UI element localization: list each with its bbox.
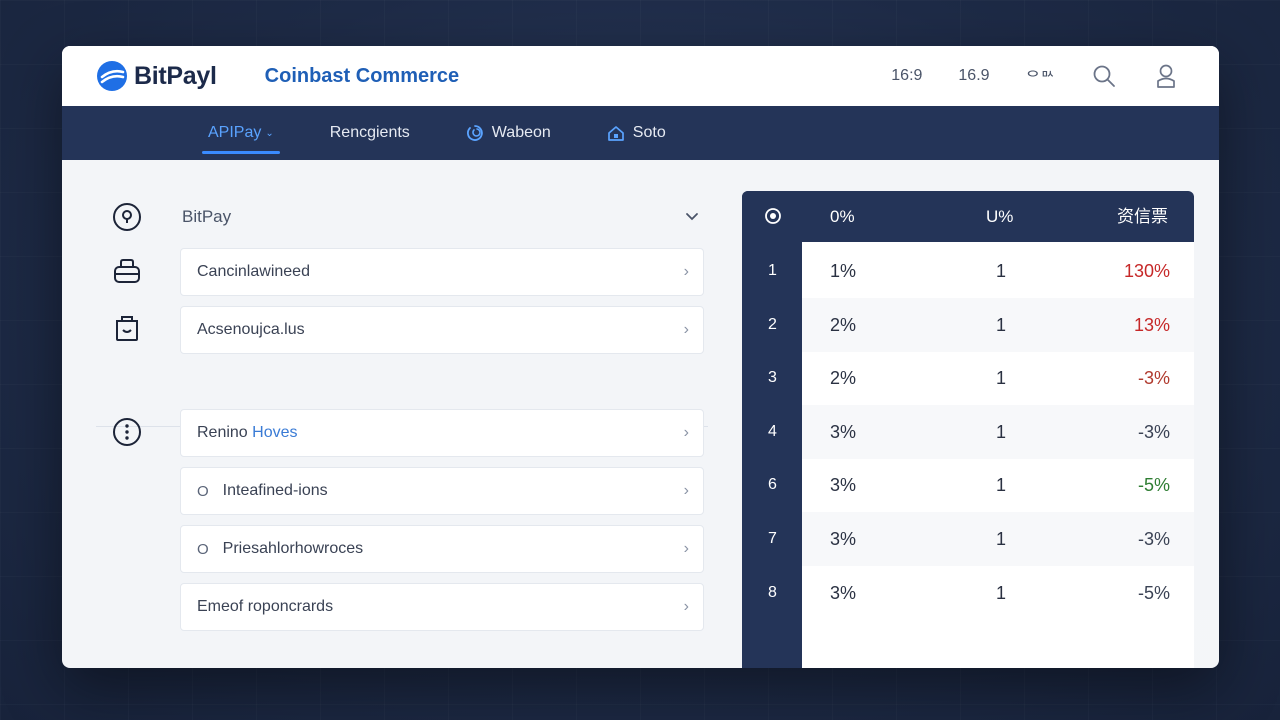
column-header[interactable]: U% xyxy=(986,207,1013,227)
tab-apipay-label: APIPay xyxy=(208,124,262,141)
user-icon[interactable] xyxy=(1153,63,1179,89)
target-icon[interactable] xyxy=(764,207,782,227)
row-number: 3 xyxy=(768,369,777,387)
aspect-ratio-value[interactable]: 16.9 xyxy=(958,67,989,85)
tab-soto[interactable]: Soto xyxy=(601,106,672,160)
chevron-right-icon: › xyxy=(683,321,689,338)
table-cell: 1 xyxy=(996,421,1007,442)
table-cell-change: -3% xyxy=(1137,421,1170,442)
list-item-label: Priesahlorhowroces xyxy=(222,540,364,557)
bitpay-logo-icon xyxy=(97,61,127,91)
location-pin-icon xyxy=(110,200,144,234)
table-cell-change: -3% xyxy=(1137,529,1170,549)
list-item-label: Acsenoujca.lus xyxy=(197,321,305,338)
list-item-renino-hoves[interactable]: Renino Hoves › xyxy=(180,409,704,457)
data-table: 0% U% 资信票 1 1% 1 130% 2 2% 1 13% 3 2% 1 -3% 4 3% 1 -3% 6… xyxy=(742,191,1194,668)
chevron-right-icon: › xyxy=(683,482,689,499)
list-item-label-highlight: Hoves xyxy=(252,424,298,441)
tab-soto-label: Soto xyxy=(632,124,666,141)
circle-icon: O xyxy=(197,482,209,500)
list-item-emeof[interactable]: Emeof roponcrards › xyxy=(180,583,704,631)
table-cell: 1 xyxy=(996,314,1007,335)
app-window: BitPayl Coinbast Commerce 16:9 16.9 ᄋᄆᄉ … xyxy=(62,46,1219,668)
table-cell-change: 13% xyxy=(1133,314,1170,335)
list-item-label: Inteafined-ions xyxy=(222,482,328,499)
chevron-right-icon: › xyxy=(683,263,689,280)
product-name[interactable]: Coinbast Commerce xyxy=(265,65,460,88)
row-number: 6 xyxy=(768,476,777,494)
table-cell: 1 xyxy=(996,582,1007,603)
table-cell: 3% xyxy=(830,582,857,603)
table-cell-change: -3% xyxy=(1137,368,1170,389)
home-icon xyxy=(607,126,624,141)
watermark-fade xyxy=(989,610,1219,668)
row-number: 7 xyxy=(768,530,777,547)
chevron-right-icon: › xyxy=(683,598,689,615)
row-number: 4 xyxy=(768,422,777,440)
list-item-label: Cancinlawineed xyxy=(197,263,310,280)
nav-bar: APIPay ⌄ Rencgients Wabeon Soto xyxy=(62,106,1219,160)
brand[interactable]: BitPayl xyxy=(96,60,217,92)
table-cell: 1 xyxy=(996,475,1007,496)
table-cell: 3% xyxy=(830,421,857,442)
column-header[interactable]: 资信票 xyxy=(1117,207,1168,227)
chevron-down-icon xyxy=(684,208,700,229)
chevron-right-icon: › xyxy=(683,424,689,441)
bag-icon xyxy=(110,311,144,345)
aspect-ratio-label[interactable]: 16:9 xyxy=(891,67,922,85)
table-cell: 1 xyxy=(996,368,1007,389)
table-cell-change: -5% xyxy=(1137,475,1170,496)
wallet-icon xyxy=(110,254,144,288)
table-cell: 3% xyxy=(830,475,857,496)
header-actions: 16:9 16.9 ᄋᄆᄉ xyxy=(891,46,1179,106)
account-select-value: BitPay xyxy=(182,207,232,226)
tab-wabeon[interactable]: Wabeon xyxy=(460,106,557,160)
table-cell: 3% xyxy=(830,529,857,549)
list-item-priesahlor[interactable]: O Priesahlorhowroces › xyxy=(180,525,704,573)
language-label[interactable]: ᄋᄆᄉ xyxy=(1026,64,1055,88)
tab-rencgients-label: Rencgients xyxy=(329,124,410,141)
refresh-icon xyxy=(466,125,483,141)
tab-wabeon-label: Wabeon xyxy=(491,124,551,141)
info-icon xyxy=(110,415,144,449)
row-number: 2 xyxy=(768,315,777,333)
chevron-right-icon: › xyxy=(683,540,689,557)
table-cell-change: 130% xyxy=(1123,261,1170,281)
table-cell: 2% xyxy=(830,314,857,335)
row-number: 1 xyxy=(768,262,777,279)
column-header[interactable]: 0% xyxy=(830,207,855,227)
list-item-label-prefix: Renino xyxy=(197,424,248,441)
brand-name: BitPayl xyxy=(134,61,217,90)
table-cell: 1% xyxy=(830,261,857,281)
tab-rencgients[interactable]: Rencgients xyxy=(324,106,416,160)
chevron-down-icon: ⌄ xyxy=(265,127,274,139)
table-cell: 2% xyxy=(830,368,857,389)
tab-apipay[interactable]: APIPay ⌄ xyxy=(202,106,280,160)
top-bar: BitPayl Coinbast Commerce 16:9 16.9 ᄋᄆᄉ xyxy=(62,46,1219,106)
list-item-cancinlawineed[interactable]: Cancinlawineed › xyxy=(180,248,704,296)
row-number: 8 xyxy=(768,583,777,601)
list-item-label: Emeof roponcrards xyxy=(197,598,334,615)
table-cell: 1 xyxy=(996,261,1007,281)
search-icon[interactable] xyxy=(1091,63,1117,89)
account-select[interactable]: BitPay xyxy=(182,190,710,244)
table-cell-change: -5% xyxy=(1137,582,1170,603)
table-cell: 1 xyxy=(996,529,1007,549)
list-item-inteafined[interactable]: O Inteafined-ions › xyxy=(180,467,704,515)
circle-icon: O xyxy=(197,540,209,558)
list-item-acsenoujca[interactable]: Acsenoujca.lus › xyxy=(180,306,704,354)
